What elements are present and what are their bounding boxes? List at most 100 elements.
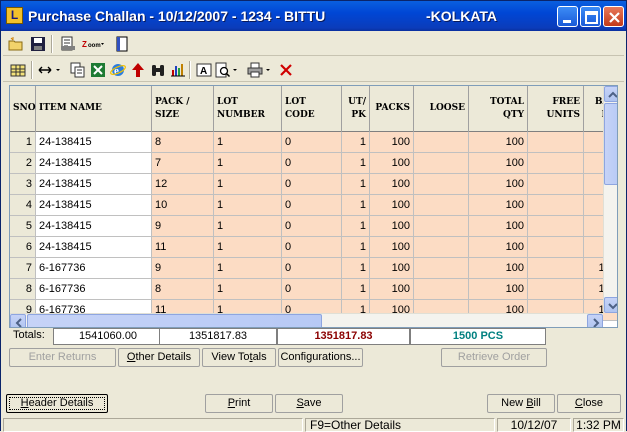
cell-ut-pk[interactable]: 1 xyxy=(342,153,370,174)
cell-lot-number[interactable]: 1 xyxy=(214,195,282,216)
cell-lot-number[interactable]: 1 xyxy=(214,132,282,153)
cell-sno[interactable]: 3 xyxy=(10,174,36,195)
cell-item-name[interactable]: 24-138415 xyxy=(36,153,152,174)
cell-packs[interactable]: 100 xyxy=(370,132,414,153)
cell-lot-number[interactable]: 1 xyxy=(214,216,282,237)
zoom-icon[interactable]: Zoom xyxy=(81,35,107,53)
cell-lot-code[interactable]: 0 xyxy=(282,279,342,300)
cell-pack-size[interactable]: 8 xyxy=(152,279,214,300)
cell-pack-size[interactable]: 7 xyxy=(152,153,214,174)
resize-columns-icon[interactable] xyxy=(37,61,63,79)
delete-x-icon[interactable] xyxy=(277,61,295,79)
cell-ut-pk[interactable]: 1 xyxy=(342,174,370,195)
col-header-ut-pk[interactable]: UT/ PK xyxy=(342,86,370,132)
table-row[interactable]: 524-13841591011001001 xyxy=(10,216,617,237)
print-preview-icon[interactable] xyxy=(59,35,77,53)
cell-item-name[interactable]: 24-138415 xyxy=(36,195,152,216)
cell-sno[interactable]: 1 xyxy=(10,132,36,153)
cell-packs[interactable]: 100 xyxy=(370,279,414,300)
cell-item-name[interactable]: 24-138415 xyxy=(36,237,152,258)
new-folder-icon[interactable] xyxy=(7,35,25,53)
cell-sno[interactable]: 8 xyxy=(10,279,36,300)
title-bar[interactable]: L Purchase Challan - 10/12/2007 - 1234 -… xyxy=(1,1,626,31)
printer-icon[interactable] xyxy=(247,61,273,79)
cell-loose[interactable] xyxy=(414,279,469,300)
cell-free-units[interactable] xyxy=(528,174,584,195)
save-icon[interactable] xyxy=(29,35,47,53)
cell-ut-pk[interactable]: 1 xyxy=(342,195,370,216)
grid-icon[interactable] xyxy=(9,61,27,79)
cell-loose[interactable] xyxy=(414,132,469,153)
cell-pack-size[interactable]: 10 xyxy=(152,195,214,216)
cell-total-qty[interactable]: 100 xyxy=(469,216,528,237)
other-details-button[interactable]: Other Details xyxy=(118,348,200,367)
cell-item-name[interactable]: 24-138415 xyxy=(36,216,152,237)
cell-lot-number[interactable]: 1 xyxy=(214,279,282,300)
minimize-button[interactable] xyxy=(557,6,578,27)
up-arrow-icon[interactable] xyxy=(129,61,147,79)
horizontal-scroll-thumb[interactable] xyxy=(27,314,322,327)
cell-free-units[interactable] xyxy=(528,153,584,174)
cell-lot-number[interactable]: 1 xyxy=(214,237,282,258)
table-row[interactable]: 224-13841571011001001 xyxy=(10,153,617,174)
scroll-up-button[interactable] xyxy=(604,86,617,102)
cell-pack-size[interactable]: 9 xyxy=(152,258,214,279)
excel-icon[interactable] xyxy=(89,61,107,79)
cell-total-qty[interactable]: 100 xyxy=(469,195,528,216)
cell-packs[interactable]: 100 xyxy=(370,195,414,216)
cell-lot-code[interactable]: 0 xyxy=(282,258,342,279)
scroll-left-button[interactable] xyxy=(10,314,26,327)
col-header-total-qty[interactable]: TOTAL QTY xyxy=(469,86,528,132)
col-header-item-name[interactable]: ITEM NAME xyxy=(36,86,152,132)
cell-ut-pk[interactable]: 1 xyxy=(342,279,370,300)
cell-total-qty[interactable]: 100 xyxy=(469,279,528,300)
cell-pack-size[interactable]: 8 xyxy=(152,132,214,153)
cell-item-name[interactable]: 6-167736 xyxy=(36,258,152,279)
cell-packs[interactable]: 100 xyxy=(370,237,414,258)
cell-total-qty[interactable]: 100 xyxy=(469,237,528,258)
text-icon[interactable]: A xyxy=(195,61,213,79)
items-grid[interactable]: SNO ITEM NAME PACK / SIZE LOT NUMBER LOT… xyxy=(9,85,618,328)
cell-lot-number[interactable]: 1 xyxy=(214,258,282,279)
cell-pack-size[interactable]: 12 xyxy=(152,174,214,195)
cell-lot-number[interactable]: 1 xyxy=(214,174,282,195)
cell-free-units[interactable] xyxy=(528,279,584,300)
cell-lot-code[interactable]: 0 xyxy=(282,237,342,258)
cell-packs[interactable]: 100 xyxy=(370,153,414,174)
cell-pack-size[interactable]: 9 xyxy=(152,216,214,237)
cell-loose[interactable] xyxy=(414,216,469,237)
cell-item-name[interactable]: 24-138415 xyxy=(36,174,152,195)
vertical-scroll-thumb[interactable] xyxy=(604,103,617,185)
copy-icon[interactable] xyxy=(69,61,87,79)
table-row[interactable]: 624-138415111011001001 xyxy=(10,237,617,258)
close-button[interactable]: Close xyxy=(557,394,621,413)
cell-lot-code[interactable]: 0 xyxy=(282,216,342,237)
cell-item-name[interactable]: 24-138415 xyxy=(36,132,152,153)
cell-total-qty[interactable]: 100 xyxy=(469,174,528,195)
cell-ut-pk[interactable]: 1 xyxy=(342,258,370,279)
col-header-pack-size[interactable]: PACK / SIZE xyxy=(152,86,214,132)
cell-loose[interactable] xyxy=(414,195,469,216)
col-header-sno[interactable]: SNO xyxy=(10,86,36,132)
cell-ut-pk[interactable]: 1 xyxy=(342,237,370,258)
cell-item-name[interactable]: 6-167736 xyxy=(36,279,152,300)
cell-lot-code[interactable]: 0 xyxy=(282,174,342,195)
table-row[interactable]: 424-138415101011001001 xyxy=(10,195,617,216)
horizontal-scrollbar[interactable] xyxy=(10,313,603,327)
cell-loose[interactable] xyxy=(414,237,469,258)
cell-loose[interactable] xyxy=(414,174,469,195)
cell-free-units[interactable] xyxy=(528,132,584,153)
print-button[interactable]: Print xyxy=(205,394,273,413)
cell-sno[interactable]: 5 xyxy=(10,216,36,237)
cell-ut-pk[interactable]: 1 xyxy=(342,216,370,237)
table-row[interactable]: 76-1677369101100100116 xyxy=(10,258,617,279)
col-header-free-units[interactable]: FREE UNITS xyxy=(528,86,584,132)
col-header-packs[interactable]: PACKS xyxy=(370,86,414,132)
table-row[interactable]: 324-138415121011001001 xyxy=(10,174,617,195)
cell-free-units[interactable] xyxy=(528,258,584,279)
cell-sno[interactable]: 7 xyxy=(10,258,36,279)
cell-packs[interactable]: 100 xyxy=(370,174,414,195)
configurations-button[interactable]: Configurations... xyxy=(278,348,363,367)
find-icon[interactable] xyxy=(215,61,239,79)
col-header-loose[interactable]: LOOSE xyxy=(414,86,469,132)
